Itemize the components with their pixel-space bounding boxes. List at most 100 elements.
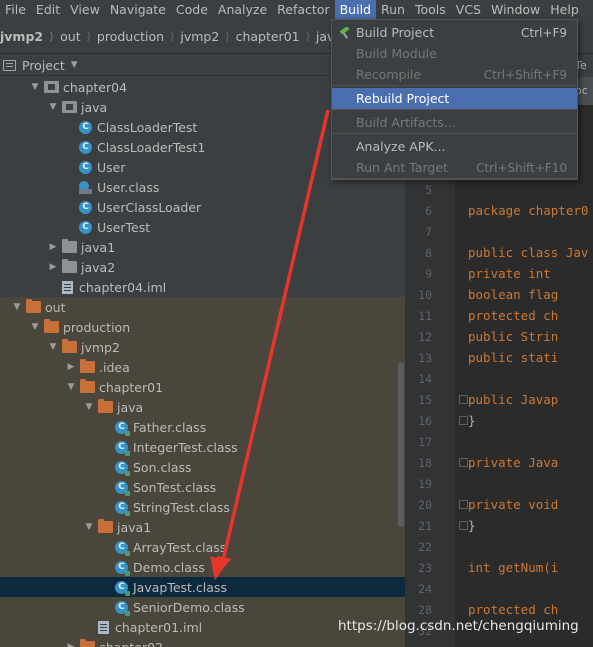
build-menu-item-build-module[interactable]: Build Module — [332, 43, 577, 64]
menu-vcs[interactable]: VCS — [451, 0, 486, 19]
menu-build[interactable]: Build — [334, 0, 376, 19]
chevron-down-icon[interactable]: ▼ — [48, 102, 58, 112]
chevron-down-icon[interactable]: ▼ — [48, 342, 58, 352]
code-line[interactable]: private int — [468, 266, 551, 281]
menu-code[interactable]: Code — [171, 0, 213, 19]
build-menu-item-analyze-apk[interactable]: Analyze APK... — [332, 136, 577, 157]
tree-row[interactable]: ▶ chapter02 — [0, 637, 405, 647]
chevron-down-icon[interactable]: ▼ — [30, 82, 40, 92]
line-number: 9 — [425, 267, 432, 281]
build-menu-item-recompile[interactable]: Recompile Ctrl+Shift+F9 — [332, 64, 577, 85]
code-line[interactable]: private Java — [468, 455, 558, 470]
chevron-right-icon[interactable]: ▶ — [66, 362, 76, 372]
tree-row[interactable]: C ArrayTest.class — [0, 537, 405, 557]
chevron-down-icon[interactable]: ▼ — [84, 522, 94, 532]
build-menu-item-build-project[interactable]: Build Project Ctrl+F9 — [332, 22, 577, 43]
menu-view[interactable]: View — [65, 0, 105, 19]
menu-window[interactable]: Window — [486, 0, 545, 19]
tree-row[interactable]: C StringTest.class — [0, 497, 405, 517]
fold-marker-icon[interactable] — [459, 395, 468, 404]
code-line[interactable]: boolean flag — [468, 287, 558, 302]
menu-help[interactable]: Help — [545, 0, 584, 19]
menu-navigate[interactable]: Navigate — [105, 0, 171, 19]
menu-file[interactable]: File — [0, 0, 31, 19]
code-line[interactable]: } — [468, 413, 476, 428]
chevron-down-icon[interactable]: ▼ — [30, 322, 40, 332]
tree-row[interactable]: C Son.class — [0, 457, 405, 477]
breadcrumb-item[interactable]: jvmp2 ⟩ — [180, 29, 235, 44]
chevron-right-icon[interactable]: ▶ — [48, 262, 58, 272]
tree-row[interactable]: C JavapTest.class — [0, 577, 405, 597]
build-menu-item-rebuild-project[interactable]: Rebuild Project — [332, 88, 577, 109]
project-panel-header[interactable]: Project ▼ — [0, 55, 330, 76]
tree-row[interactable]: C Demo.class — [0, 557, 405, 577]
code-line[interactable]: } — [468, 518, 476, 533]
tree-row-label: jvmp2 — [81, 339, 120, 355]
tree-row-label: Father.class — [133, 419, 207, 435]
fold-marker-icon[interactable] — [459, 521, 468, 530]
tree-row[interactable]: C SonTest.class — [0, 477, 405, 497]
build-menu-item-build-artifacts[interactable]: Build Artifacts... — [332, 112, 577, 133]
tree-row[interactable]: chapter04.iml — [0, 277, 405, 297]
tree-row[interactable]: C SeniorDemo.class — [0, 597, 405, 617]
code-line[interactable]: protected ch — [468, 602, 558, 617]
chevron-right-icon[interactable]: ▶ — [48, 242, 58, 252]
breadcrumb-item[interactable]: production ⟩ — [97, 29, 180, 44]
fold-marker-icon[interactable] — [459, 500, 468, 509]
tree-row[interactable]: ▼ java — [0, 397, 405, 417]
line-number: 15 — [418, 393, 432, 407]
code-line[interactable]: public class Jav — [468, 245, 588, 260]
tree-row-label: SeniorDemo.class — [133, 599, 245, 615]
class-icon: C — [115, 480, 130, 496]
menu-edit[interactable]: Edit — [31, 0, 65, 19]
chevron-down-icon[interactable]: ▼ — [71, 60, 78, 70]
tree-row[interactable]: ▼ jvmp2 — [0, 337, 405, 357]
tree-row[interactable]: C UserClassLoader — [0, 197, 405, 217]
code-line[interactable]: public Javap — [468, 392, 558, 407]
tree-row[interactable]: ▼ production — [0, 317, 405, 337]
chevron-down-icon[interactable]: ▼ — [12, 302, 22, 312]
chevron-down-icon[interactable]: ▼ — [84, 402, 94, 412]
code-line[interactable]: private void — [468, 497, 558, 512]
project-panel-title[interactable]: Project — [22, 58, 65, 73]
tree-row[interactable]: C IntegerTest.class — [0, 437, 405, 457]
tree-row[interactable]: C Father.class — [0, 417, 405, 437]
code-line[interactable]: public Strin — [468, 329, 558, 344]
fold-marker-icon[interactable] — [459, 416, 468, 425]
tree-row-label: chapter01.iml — [115, 619, 203, 635]
code-line[interactable]: package chapter0 — [468, 203, 588, 218]
tree-row[interactable]: ▶ .idea — [0, 357, 405, 377]
line-number: 17 — [418, 435, 432, 449]
breadcrumb-item[interactable]: chapter01 ⟩ — [236, 29, 316, 44]
fold-marker-icon[interactable] — [459, 458, 468, 467]
menu-run[interactable]: Run — [376, 0, 410, 19]
tree-row-label: SonTest.class — [133, 479, 217, 495]
code-line[interactable]: int getNum(i — [468, 560, 558, 575]
breadcrumb-separator-icon: ⟩ — [170, 29, 175, 43]
module-file-icon — [62, 280, 73, 294]
tree-scrollbar-thumb[interactable] — [398, 362, 404, 527]
tree-row[interactable]: ▶ java1 — [0, 237, 405, 257]
menu-refactor[interactable]: Refactor — [272, 0, 334, 19]
tree-row[interactable]: ▼ out — [0, 297, 405, 317]
chevron-down-icon[interactable]: ▼ — [66, 382, 76, 392]
tree-row[interactable]: ▼ java1 — [0, 517, 405, 537]
build-menu-item-label: Analyze APK... — [356, 139, 446, 154]
build-menu-dropdown: Build Project Ctrl+F9 Build Module Recompil… — [331, 19, 578, 180]
tree-row-label: ArrayTest.class — [133, 539, 227, 555]
code-line[interactable]: public stati — [468, 350, 558, 365]
tree-row[interactable]: User.class — [0, 177, 405, 197]
menu-tools[interactable]: Tools — [410, 0, 451, 19]
tree-row[interactable]: ▼ chapter01 — [0, 377, 405, 397]
menu-separator — [332, 133, 577, 134]
breadcrumb-item[interactable]: out ⟩ — [60, 29, 97, 44]
code-line[interactable]: protected ch — [468, 308, 558, 323]
build-menu-item-run-ant-target[interactable]: Run Ant Target Ctrl+Shift+F10 — [332, 157, 577, 178]
line-number: 13 — [418, 351, 432, 365]
tree-row[interactable]: ▶ java2 — [0, 257, 405, 277]
chevron-right-icon[interactable]: ▶ — [66, 642, 76, 647]
menu-analyze[interactable]: Analyze — [213, 0, 272, 19]
breadcrumb-item[interactable]: jvmp2 ⟩ — [0, 29, 60, 44]
tree-row[interactable]: C UserTest — [0, 217, 405, 237]
